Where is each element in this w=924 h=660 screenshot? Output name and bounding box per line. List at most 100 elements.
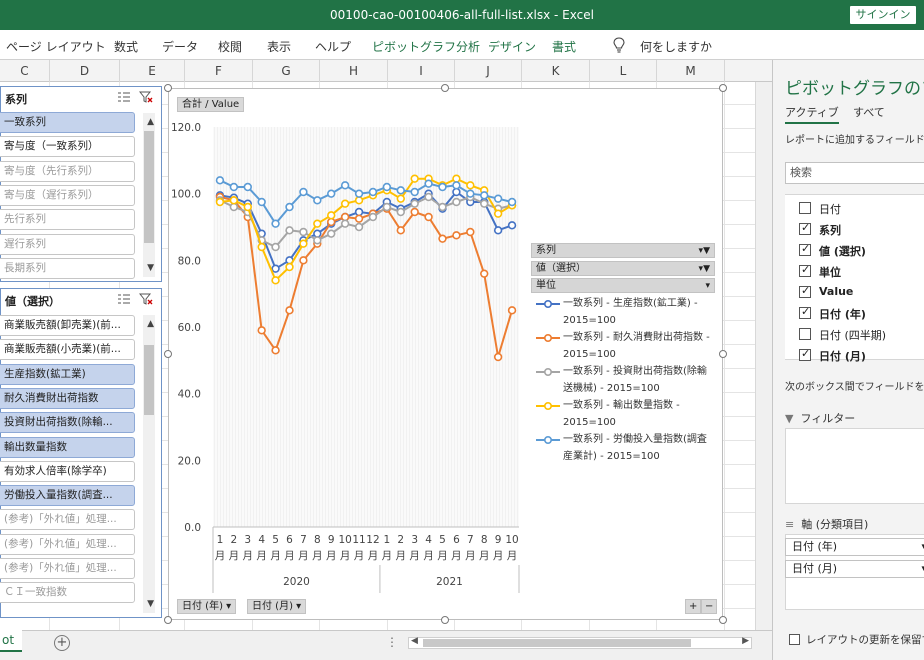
resize-handle[interactable] bbox=[164, 350, 172, 358]
data-point[interactable] bbox=[354, 214, 364, 223]
resize-handle[interactable] bbox=[719, 616, 727, 624]
data-point[interactable] bbox=[396, 194, 405, 203]
slicer-item[interactable]: ＣＩ一致指数 bbox=[0, 582, 135, 604]
slicer-item[interactable]: (参考)「外れ値」処理... bbox=[0, 509, 135, 531]
resize-handle[interactable] bbox=[719, 350, 727, 358]
data-point[interactable] bbox=[354, 196, 364, 205]
data-point[interactable] bbox=[285, 306, 294, 315]
slicer-item[interactable]: (参考)「外れ値」処理... bbox=[0, 533, 135, 555]
slicer-item[interactable]: 遅行系列 bbox=[0, 233, 135, 255]
data-point[interactable] bbox=[285, 202, 294, 212]
filter-drop-area[interactable] bbox=[785, 428, 924, 504]
scroll-up-arrow[interactable]: ▲ bbox=[147, 117, 154, 127]
data-point[interactable] bbox=[424, 212, 433, 222]
column-header[interactable]: K bbox=[522, 60, 590, 82]
field-item[interactable]: 日付 bbox=[799, 201, 841, 217]
data-point[interactable] bbox=[313, 219, 322, 228]
legend-field-button-values[interactable]: 値（選択） ▾▼ bbox=[531, 261, 715, 276]
expand-button[interactable]: + bbox=[685, 599, 702, 614]
data-point[interactable] bbox=[313, 229, 322, 238]
data-point[interactable] bbox=[340, 181, 350, 190]
data-point[interactable] bbox=[424, 179, 433, 188]
ribbon-tab[interactable]: データ bbox=[162, 38, 198, 55]
slicer-item[interactable]: 労働投入量指数(調査... bbox=[0, 485, 135, 507]
data-point[interactable] bbox=[368, 212, 378, 222]
data-point[interactable] bbox=[368, 187, 378, 197]
column-header[interactable]: C bbox=[0, 60, 50, 82]
field-item[interactable]: 日付 (四半期) bbox=[799, 327, 886, 343]
legend-field-button-series[interactable]: 系列 ▾▼ bbox=[531, 243, 715, 258]
ribbon-tab[interactable]: 校閲 bbox=[218, 38, 242, 55]
data-point[interactable] bbox=[313, 236, 322, 245]
slicer-item[interactable]: 一致系列 bbox=[0, 112, 135, 133]
tab-active[interactable]: アクティブ bbox=[785, 104, 839, 124]
data-point[interactable] bbox=[410, 199, 419, 208]
column-header[interactable]: F bbox=[185, 60, 253, 82]
data-point[interactable] bbox=[271, 264, 280, 273]
column-header[interactable]: H bbox=[320, 60, 388, 82]
data-point[interactable] bbox=[299, 239, 308, 248]
checkbox-icon[interactable] bbox=[799, 305, 811, 319]
tell-me-search[interactable]: 何をしますか bbox=[640, 38, 712, 55]
slicer-item[interactable]: (参考)「外れ値」処理... bbox=[0, 558, 135, 579]
data-point[interactable] bbox=[229, 182, 239, 192]
data-point[interactable] bbox=[452, 174, 461, 183]
slicer-item[interactable]: 投資財出荷指数(除輸... bbox=[0, 412, 135, 434]
axis-item-month[interactable]: 日付 (月) ▾ bbox=[785, 560, 924, 578]
resize-handle[interactable] bbox=[164, 84, 172, 92]
ribbon-tab[interactable]: 書式 bbox=[552, 38, 576, 55]
slicer-item[interactable]: 輸出数量指数 bbox=[0, 436, 135, 458]
data-point[interactable] bbox=[354, 222, 364, 232]
data-point[interactable] bbox=[493, 194, 503, 203]
data-point[interactable] bbox=[271, 242, 280, 252]
axis-field-button-year[interactable]: 日付 (年) ▾ bbox=[177, 599, 237, 614]
multi-select-icon[interactable] bbox=[117, 91, 131, 103]
data-point[interactable] bbox=[285, 226, 294, 235]
data-point[interactable] bbox=[493, 226, 503, 235]
data-point[interactable] bbox=[327, 211, 336, 220]
column-header[interactable]: L bbox=[590, 60, 657, 82]
data-point[interactable] bbox=[466, 181, 475, 190]
tab-all[interactable]: すべて bbox=[853, 104, 885, 120]
horizontal-scrollbar[interactable]: ◀ ▶ bbox=[408, 636, 752, 649]
ribbon-tab[interactable]: ページ レイアウト bbox=[6, 38, 106, 55]
column-header[interactable]: J bbox=[455, 60, 522, 82]
legend-entry[interactable]: 一致系列 - 耐久消費財出荷指数 - 2015=100 bbox=[535, 329, 715, 363]
data-point[interactable] bbox=[396, 226, 405, 235]
data-point[interactable] bbox=[466, 189, 475, 198]
signin-button[interactable]: サインイン bbox=[850, 6, 916, 24]
data-point[interactable] bbox=[313, 196, 322, 205]
horizontal-scroll-thumb[interactable] bbox=[423, 639, 691, 647]
checkbox-icon[interactable] bbox=[799, 347, 811, 361]
defer-update-checkbox[interactable]: レイアウトの更新を保留する bbox=[789, 632, 924, 647]
data-point[interactable] bbox=[215, 176, 225, 185]
clear-filter-icon[interactable] bbox=[139, 293, 153, 305]
legend-entry[interactable]: 一致系列 - 投資財出荷指数(除輸送機械) - 2015=100 bbox=[535, 363, 715, 397]
axis-item-year[interactable]: 日付 (年) ▾ bbox=[785, 538, 924, 556]
legend-entry[interactable]: 一致系列 - 輸出数量指数 - 2015=100 bbox=[535, 397, 715, 431]
data-point[interactable] bbox=[354, 207, 364, 217]
field-item[interactable]: 日付 (年) bbox=[799, 305, 866, 322]
value-field-button[interactable]: 合計 / Value bbox=[177, 97, 245, 112]
data-point[interactable] bbox=[438, 234, 447, 243]
column-header[interactable]: E bbox=[120, 60, 185, 82]
checkbox-icon[interactable] bbox=[799, 202, 811, 214]
slicer-item[interactable]: 先行系列 bbox=[0, 209, 135, 231]
data-point[interactable] bbox=[480, 191, 489, 200]
data-point[interactable] bbox=[299, 227, 308, 237]
checkbox-icon[interactable] bbox=[799, 263, 811, 277]
data-point[interactable] bbox=[327, 229, 336, 238]
field-item[interactable]: 単位 bbox=[799, 263, 841, 280]
data-point[interactable] bbox=[480, 269, 489, 278]
data-point[interactable] bbox=[257, 242, 266, 252]
column-header[interactable]: G bbox=[253, 60, 320, 82]
data-point[interactable] bbox=[382, 182, 392, 192]
checkbox-icon[interactable] bbox=[799, 328, 811, 340]
data-point[interactable] bbox=[410, 187, 419, 197]
data-point[interactable] bbox=[452, 181, 461, 190]
slicer-item[interactable]: 商業販売額(卸売業)(前... bbox=[0, 315, 135, 336]
ribbon-tab[interactable]: ヘルプ bbox=[315, 38, 351, 55]
data-point[interactable] bbox=[340, 219, 350, 228]
axis-field-button-month[interactable]: 日付 (月) ▾ bbox=[247, 599, 307, 614]
data-point[interactable] bbox=[438, 182, 447, 192]
